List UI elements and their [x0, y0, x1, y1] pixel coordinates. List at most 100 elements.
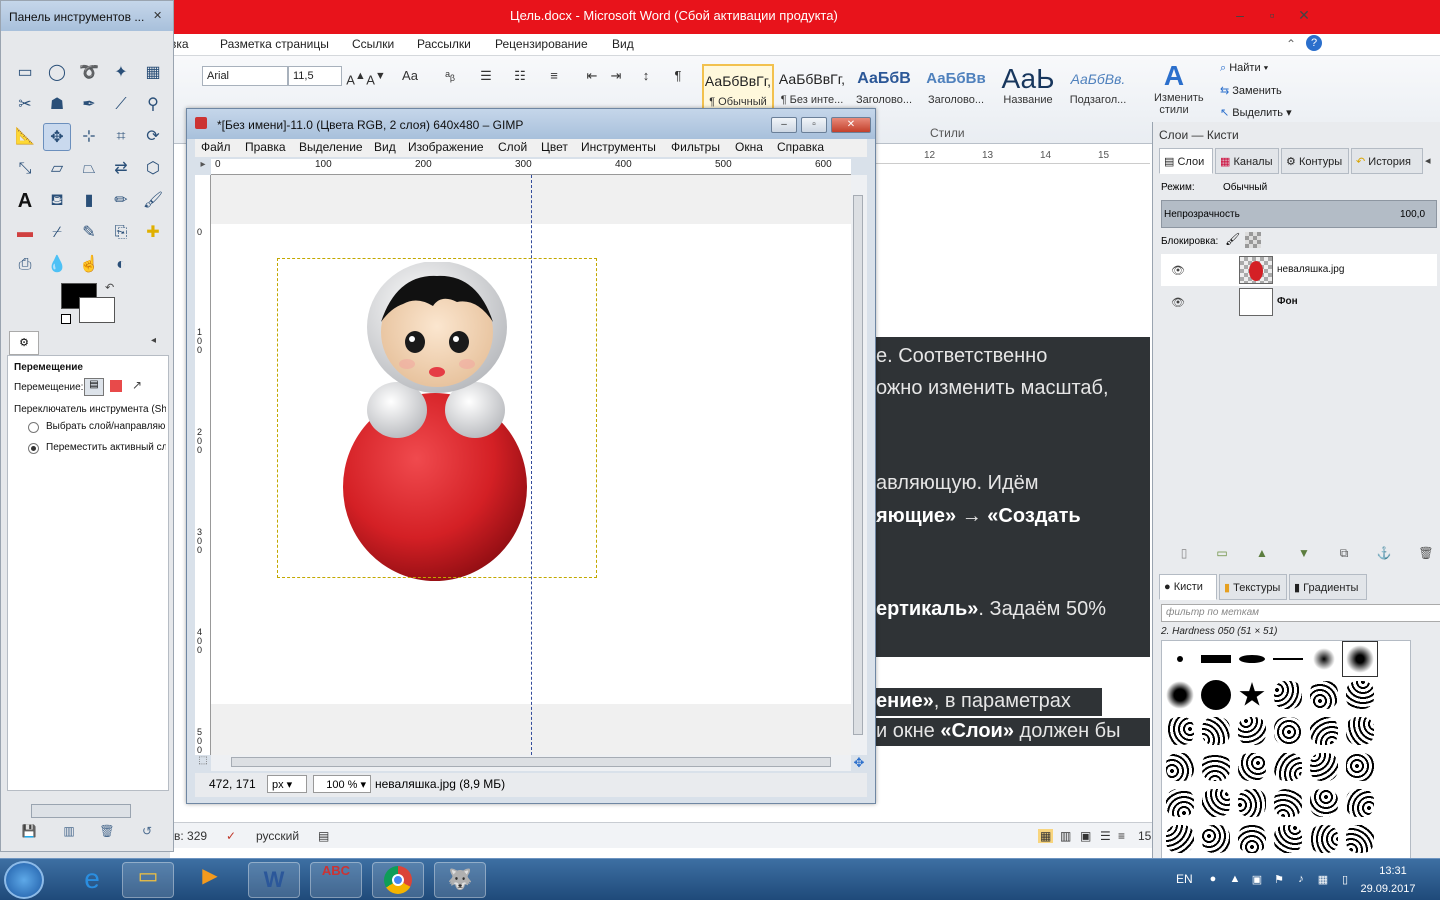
outline-icon[interactable]: ☰ [1100, 829, 1111, 843]
perspective-icon[interactable]: ⏢ [75, 155, 103, 183]
style-heading-2[interactable]: АаБбВв Заголово... [920, 64, 992, 116]
tab-history[interactable]: ↶ История [1351, 148, 1423, 174]
flag-icon[interactable]: ⚑ [1272, 873, 1286, 887]
ie-icon[interactable]: e [66, 862, 118, 898]
swap-colors-icon[interactable]: ↶ [105, 281, 114, 294]
gimp-titlebar[interactable]: *[Без имени]-11.0 (Цвета RGB, 2 слоя) 64… [187, 109, 875, 139]
brush-swatch[interactable] [1271, 822, 1305, 856]
style-subtitle[interactable]: АаБбВв. Подзагол... [1062, 64, 1134, 116]
tool-options-tab[interactable]: ⚙ [9, 331, 39, 355]
dodge-burn-icon[interactable]: ◐ [107, 251, 135, 279]
zoom-level[interactable]: 15 [1138, 829, 1151, 843]
tab-gradients[interactable]: ▮ Градиенты [1289, 574, 1367, 600]
start-button[interactable] [4, 861, 44, 899]
brush-swatch[interactable] [1163, 678, 1197, 712]
brush-swatch[interactable] [1271, 642, 1305, 676]
menu-image[interactable]: Изображение [408, 140, 484, 154]
clear-format-icon[interactable]: ᵃᵦ [440, 66, 460, 86]
brush-swatch[interactable] [1307, 642, 1341, 676]
menu-colors[interactable]: Цвет [541, 140, 568, 154]
tab-layers[interactable]: ▤ Слои [1159, 148, 1213, 174]
style-title[interactable]: АаЬ Название [992, 64, 1064, 116]
new-group-icon[interactable]: ▭ [1213, 546, 1231, 562]
opacity-slider[interactable]: Непрозрачность 100,0 [1161, 200, 1437, 228]
mode-select[interactable]: Обычный [1219, 178, 1440, 198]
tab-mailings[interactable]: Рассылки [417, 37, 471, 51]
shear-icon[interactable]: ▱ [43, 155, 71, 183]
grow-font-icon[interactable]: A▲ [346, 66, 366, 87]
brush-swatch[interactable] [1235, 822, 1269, 856]
brush-swatch[interactable] [1199, 642, 1233, 676]
lower-layer-icon[interactable]: ▼ [1295, 546, 1313, 562]
draft-icon[interactable]: ≡ [1118, 829, 1125, 843]
restore-options-icon[interactable]: ▥ [61, 824, 77, 840]
brush-swatch[interactable] [1235, 642, 1269, 676]
horizontal-scroll-thumb[interactable] [231, 757, 831, 767]
brush-swatch[interactable] [1199, 750, 1233, 784]
radio-move-active[interactable] [28, 443, 39, 454]
print-layout-icon[interactable]: ▦ [1038, 829, 1054, 843]
crop-icon[interactable]: ⌗ [107, 123, 135, 151]
background-color[interactable] [79, 297, 115, 323]
align-icon[interactable]: ⊹ [75, 123, 103, 151]
brush-swatch[interactable] [1271, 750, 1305, 784]
tab-brushes[interactable]: ● Кисти [1159, 574, 1217, 600]
toolbox-titlebar[interactable]: Панель инструментов ... [1, 1, 173, 31]
brush-swatch[interactable] [1271, 678, 1305, 712]
brush-swatch[interactable] [1163, 786, 1197, 820]
brush-swatch[interactable] [1343, 750, 1377, 784]
vertical-guide[interactable] [531, 175, 532, 755]
help-icon[interactable]: ? [1306, 35, 1322, 51]
clone-icon[interactable]: ⎘ [107, 219, 135, 247]
web-layout-icon[interactable]: ▣ [1080, 829, 1091, 843]
layer-row[interactable]: 👁 Фон [1161, 286, 1437, 318]
cage-icon[interactable]: ⬡ [139, 155, 167, 183]
brush-swatch[interactable] [1199, 714, 1233, 748]
clock-time[interactable]: 13:31 [1368, 865, 1418, 877]
menu-layer[interactable]: Слой [498, 140, 527, 154]
gimp-maximize-button[interactable]: ▫ [801, 117, 827, 133]
shrink-font-icon[interactable]: A▼ [366, 66, 386, 87]
move-tool-icon[interactable]: ✥ [43, 123, 71, 151]
brush-swatch[interactable] [1235, 786, 1269, 820]
measure-icon[interactable]: 📐 [11, 123, 39, 151]
brush-swatch[interactable] [1235, 750, 1269, 784]
tab-page-layout[interactable]: Разметка страницы [220, 37, 329, 51]
menu-help[interactable]: Справка [777, 140, 824, 154]
color-picker-icon[interactable]: ⟋ [107, 91, 135, 119]
scissors-icon[interactable]: ✂ [11, 91, 39, 119]
word-titlebar[interactable]: Цель.docx - Microsoft Word (Сбой активац… [170, 0, 1440, 34]
quick-menu-icon[interactable]: ▸ [195, 159, 211, 175]
abc-app-icon[interactable]: ABC [310, 862, 362, 898]
menu-select[interactable]: Выделение [299, 140, 363, 154]
power-icon[interactable]: ▯ [1338, 873, 1352, 887]
brush-swatch[interactable] [1343, 714, 1377, 748]
chrome-icon[interactable] [372, 862, 424, 898]
brush-swatch[interactable] [1307, 786, 1341, 820]
menu-edit[interactable]: Правка [245, 140, 286, 154]
image-canvas[interactable] [211, 175, 851, 755]
brush-swatch[interactable] [1343, 786, 1377, 820]
clock-date[interactable]: 29.09.2017 [1356, 883, 1420, 895]
tab-references[interactable]: Ссылки [352, 37, 394, 51]
select-button[interactable]: ↖ Выделить ▾ [1220, 106, 1292, 119]
brush-swatch[interactable] [1271, 786, 1305, 820]
ribbon-collapse-icon[interactable]: ⌃ [1286, 37, 1296, 51]
decrease-indent-icon[interactable]: ⇤ [582, 66, 602, 86]
brush-swatch[interactable] [1307, 750, 1341, 784]
foreground-select-icon[interactable]: ☗ [43, 91, 71, 119]
airbrush-icon[interactable]: ⌿ [43, 219, 71, 247]
brush-tag-filter[interactable]: фильтр по меткам [1161, 604, 1440, 622]
find-button[interactable]: ⌕ Найти ▾ [1220, 62, 1268, 75]
volume-icon[interactable]: ♪ [1294, 873, 1308, 887]
reading-layout-icon[interactable]: ▥ [1060, 829, 1071, 843]
menu-windows[interactable]: Окна [735, 140, 763, 154]
drive-icon[interactable]: ▲ [1228, 873, 1242, 887]
new-layer-icon[interactable]: ▯ [1175, 546, 1193, 562]
menu-view[interactable]: Вид [374, 140, 396, 154]
numbering-icon[interactable]: ☷ [510, 66, 530, 86]
close-icon[interactable]: ✕ [153, 9, 167, 23]
lasso-icon[interactable]: ➰ [75, 59, 103, 87]
options-hscrollbar[interactable] [31, 804, 131, 818]
text-tool-icon[interactable]: A [11, 187, 39, 215]
